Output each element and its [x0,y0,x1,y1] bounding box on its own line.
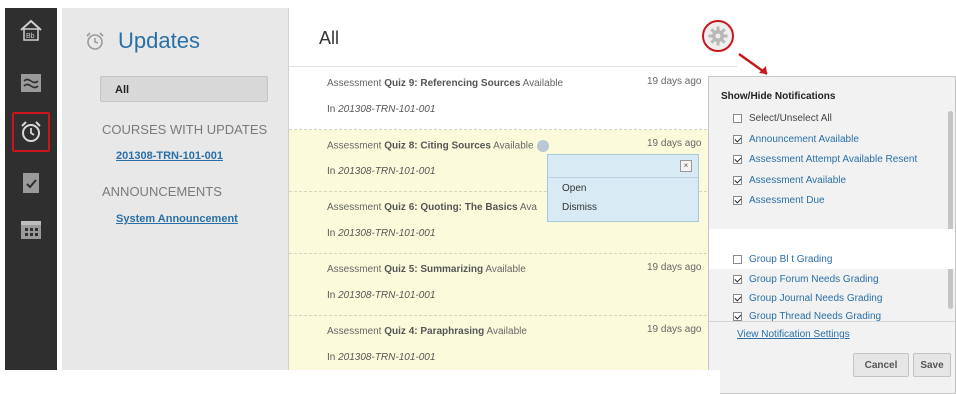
courses-heading: COURSES WITH UPDATES [102,122,268,137]
checkbox-label: Group Forum Needs Grading [749,274,879,285]
stream-icon[interactable] [16,68,46,98]
chevron-down-icon[interactable] [536,140,549,152]
filter-all-button[interactable]: All [100,76,268,102]
settings-gear-button[interactable] [702,20,734,52]
notif-prefix: Assessment [327,140,385,152]
course-prefix: In [327,228,339,239]
main-title: All [319,28,340,48]
notif-suffix: Available [490,140,534,152]
menu-item-open[interactable]: Open [562,183,586,194]
announcements-heading: ANNOUNCEMENTS [102,184,222,199]
notification-type-checkbox[interactable]: Announcement Available [733,134,859,145]
checkbox[interactable] [733,255,742,264]
home-bb-icon[interactable]: Bb [16,16,46,46]
notification-row[interactable]: Assessment Quiz 9: Referencing Sources A… [289,68,737,130]
torn-edge-bottom [0,370,720,394]
select-all-label: Select/Unselect All [749,113,832,124]
footer-divider [709,321,955,322]
checkbox-label: Assessment Attempt Available Resent [749,154,918,165]
notif-course: 201308-TRN-101-001 [338,104,436,115]
course-prefix: In [327,290,339,301]
app: Bb Updates All COURSES WITH UPDATES 2013… [0,0,956,394]
gear-icon [708,26,728,46]
page-title: Updates [118,28,200,53]
view-notification-settings-link[interactable]: View Notification Settings [737,329,850,340]
notif-prefix: Assessment [327,202,385,213]
notif-course: 201308-TRN-101-001 [338,228,436,239]
notif-prefix: Assessment [327,78,385,89]
checkbox[interactable] [733,114,742,123]
checkbox-label: Announcement Available [749,134,859,145]
notif-time: 19 days ago [647,76,702,87]
notif-time: 19 days ago [647,324,702,335]
close-icon[interactable]: × [680,160,692,172]
title-divider [289,66,737,67]
menu-item-dismiss[interactable]: Dismiss [562,202,597,213]
course-prefix: In [327,352,339,363]
notif-course: 201308-TRN-101-001 [338,290,436,301]
notif-name[interactable]: Quiz 6: Quoting: The Basics [384,202,517,213]
notif-name[interactable]: Quiz 5: Summarizing [384,264,483,275]
checkbox[interactable] [733,176,742,185]
notification-type-checkbox[interactable]: Assessment Attempt Available Resent [733,154,917,165]
checkbox-label: Group Journal Needs Grading [749,293,883,304]
panel-header: Show/Hide Notifications [721,91,836,102]
scrollbar[interactable] [948,111,953,309]
sidebar-title: Updates [84,28,200,54]
notif-suffix: Available [520,78,564,89]
alarm-clock-icon [86,32,104,50]
notification-action-menu: × Open Dismiss [547,154,699,222]
checkbox[interactable] [733,155,742,164]
notif-suffix: Available [484,326,527,337]
notifications-main: All Assessment Quiz 9: Referencing Sourc… [289,8,737,378]
course-prefix: In [327,166,339,177]
checkbox-label: Assessment Due [749,195,825,206]
notification-type-checkbox[interactable]: Group Journal Needs Grading [733,293,882,304]
show-hide-notifications-panel: Show/Hide Notifications Select/Unselect … [708,76,956,394]
notif-course: 201308-TRN-101-001 [338,352,436,363]
svg-text:Bb: Bb [26,33,35,40]
notif-name[interactable]: Quiz 8: Citing Sources [384,141,491,152]
updates-sidebar: Updates All COURSES WITH UPDATES 201308-… [62,8,289,378]
notification-type-checkbox[interactable]: Assessment Available [733,175,846,186]
notif-prefix: Assessment [327,264,385,275]
notification-type-checkbox[interactable]: Assessment Due [733,195,825,206]
checkbox[interactable] [733,294,742,303]
notification-type-checkbox[interactable]: Group Forum Needs Grading [733,274,879,285]
notif-name[interactable]: Quiz 4: Paraphrasing [384,326,484,337]
calendar-icon[interactable] [16,214,46,244]
notification-row[interactable]: Assessment Quiz 4: Paraphrasing Availabl… [289,316,737,378]
notif-course: 201308-TRN-101-001 [338,166,436,177]
checkbox[interactable] [733,196,742,205]
notif-time: 19 days ago [647,138,702,149]
notif-prefix: Assessment [327,326,385,337]
cancel-button[interactable]: Cancel [853,353,909,377]
checkbox-label: Group Bl t Grading [749,254,833,265]
notification-row[interactable]: Assessment Quiz 5: Summarizing Available… [289,254,737,316]
announcement-link[interactable]: System Announcement [116,213,238,225]
checklist-icon[interactable] [16,168,46,198]
notif-time: 19 days ago [647,262,702,273]
icon-rail: Bb [5,8,57,378]
select-all-checkbox[interactable]: Select/Unselect All [733,113,832,124]
course-prefix: In [327,104,339,115]
alarm-clock-icon[interactable] [12,112,50,152]
menu-divider [548,177,698,178]
notif-suffix: Ava [517,202,537,213]
notif-suffix: Available [483,264,526,275]
checkbox[interactable] [733,312,742,321]
notification-type-checkbox[interactable]: Group Bl t Grading [733,254,832,265]
checkbox[interactable] [733,135,742,144]
save-button[interactable]: Save [913,353,951,377]
checkbox-label: Assessment Available [749,175,847,186]
course-link[interactable]: 201308-TRN-101-001 [116,150,223,162]
notif-name[interactable]: Quiz 9: Referencing Sources [384,78,520,89]
checkbox[interactable] [733,275,742,284]
